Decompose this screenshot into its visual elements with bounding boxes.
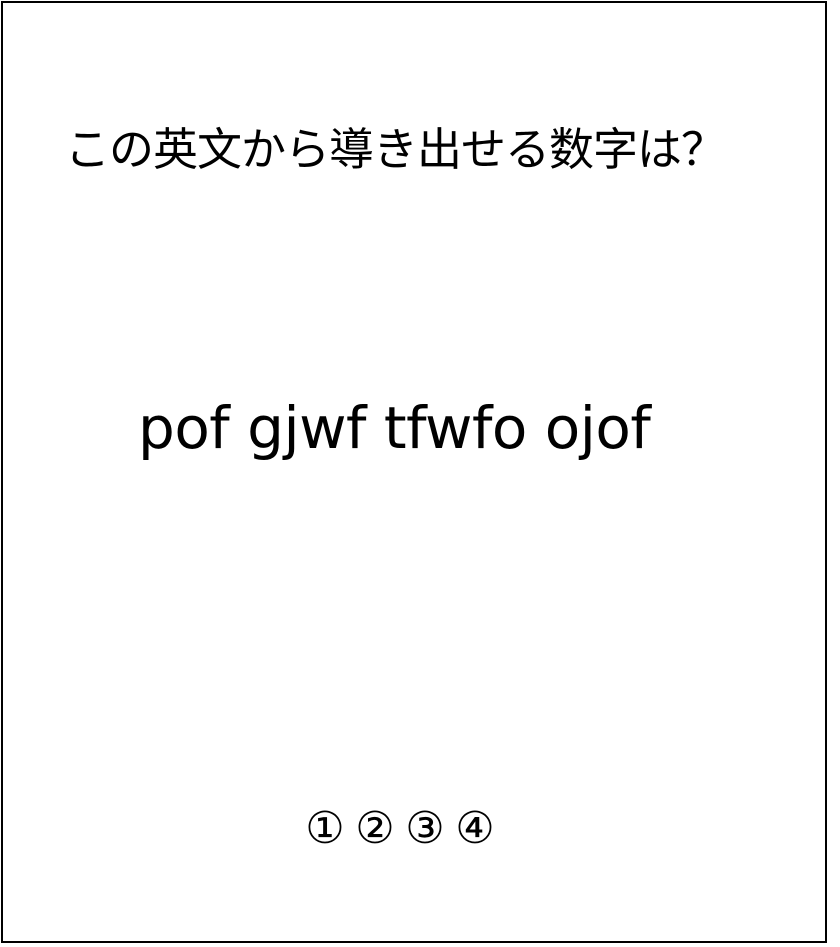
choice-1[interactable]: ① <box>302 803 348 855</box>
choice-4[interactable]: ④ <box>452 803 498 855</box>
choice-3[interactable]: ③ <box>402 803 448 855</box>
puzzle-card: この英文から導き出せる数字は？ pof gjwf tfwfo ojof ① ② … <box>1 1 827 943</box>
cipher-text: pof gjwf tfwfo ojof <box>138 394 651 462</box>
choice-2[interactable]: ② <box>352 803 398 855</box>
question-text: この英文から導き出せる数字は？ <box>65 123 726 176</box>
choice-list: ① ② ③ ④ <box>302 803 498 855</box>
